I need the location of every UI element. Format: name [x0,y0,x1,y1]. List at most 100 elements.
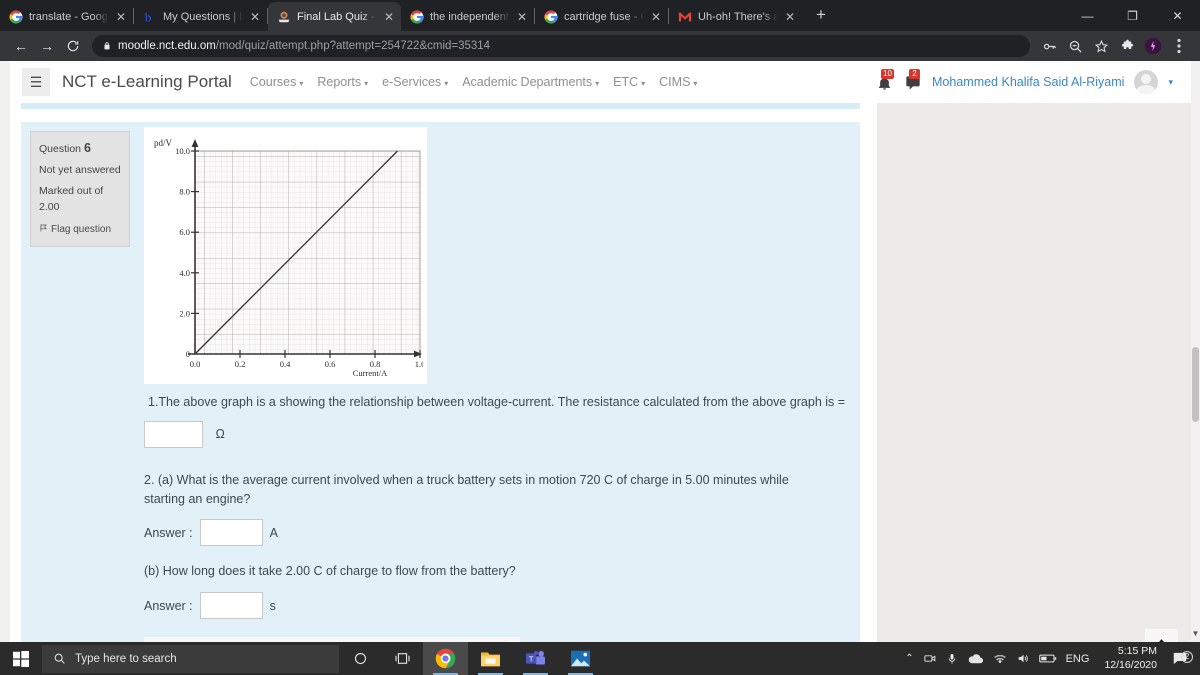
maximize-button[interactable]: ❐ [1110,9,1155,23]
profile-avatar[interactable] [1140,34,1166,58]
zoom-out-icon[interactable] [1062,34,1088,58]
browser-toolbar: ← → moodle.nct.edu.om/mod/quiz/attempt.p… [0,31,1200,61]
action-center-badge: 2 [1181,651,1193,663]
close-icon[interactable]: ✕ [383,11,395,23]
chevron-down-icon: ▾ [364,79,369,88]
nav-item-etc[interactable]: ETC ▾ [613,75,645,89]
browser-tab-title: Final Lab Quiz - Section [297,10,377,23]
close-icon[interactable]: ✕ [784,11,796,23]
back-to-top-button[interactable] [1145,629,1178,642]
taskbar-clock[interactable]: 5:15 PM 12/16/2020 [1098,645,1157,673]
chart-x-axis-label: Current/A [353,368,388,377]
browser-tab-title: Uh-oh! There's a problem [698,10,778,23]
page-right-background [877,61,1191,642]
page-scrollbar-thumb[interactable] [1192,347,1199,422]
browser-tab-6[interactable]: Uh-oh! There's a problem ✕ [669,2,802,31]
clock-date: 12/16/2020 [1104,658,1157,671]
flag-question-label: Flag question [51,223,112,235]
camera-icon[interactable] [923,652,937,665]
chevron-down-icon: ▾ [641,79,646,88]
chart-svg: 10.0 8.0 6.0 4.0 2.0 0 0.0 0.2 0.4 0.6 0… [154,138,425,378]
microphone-icon[interactable] [946,652,958,666]
nav-item-e-services[interactable]: e-Services ▾ [382,75,448,89]
current-answer-input[interactable] [199,519,263,547]
new-tab-button[interactable]: + [810,5,832,25]
cortana-circle-icon[interactable] [339,642,381,675]
forward-icon[interactable]: → [34,34,60,58]
address-bar[interactable]: moodle.nct.edu.om/mod/quiz/attempt.php?a… [92,35,1030,57]
flag-question-button[interactable]: Flag question [39,223,121,238]
language-indicator[interactable]: ENG [1066,653,1090,665]
chevron-down-icon: ▾ [595,79,600,88]
browser-tab-5[interactable]: cartridge fuse - Google ✕ [535,2,668,31]
taskbar-app-teams[interactable]: T [513,642,558,675]
google-icon [544,10,558,23]
nav-item-reports[interactable]: Reports ▾ [317,75,368,89]
messages-button[interactable]: 2 [904,69,922,92]
question-status: Not yet answered [39,164,121,177]
close-icon[interactable]: ✕ [650,11,662,23]
resistance-answer-input[interactable] [144,420,203,448]
menu-toggle-button[interactable]: ☰ [22,68,50,96]
page-top-blue-band [21,103,860,109]
nav-item-cims[interactable]: CIMS ▾ [659,75,697,89]
close-window-button[interactable]: ✕ [1155,9,1200,23]
close-icon[interactable]: ✕ [516,11,528,23]
question-prompt-1: 1.The above graph is a showing the relat… [148,395,846,409]
task-view-icon[interactable] [381,642,423,675]
taskbar-app-file-explorer[interactable] [468,642,513,675]
y-tick-label: 4.0 [179,268,190,278]
y-tick-label: 8.0 [179,187,190,197]
action-center-button[interactable]: 2 [1166,651,1194,666]
y-tick-label: 6.0 [179,227,190,237]
wifi-icon[interactable] [993,653,1007,665]
nav-item-courses[interactable]: Courses ▾ [250,75,304,89]
user-menu-chevron-icon[interactable]: ▾ [1168,77,1173,88]
browser-tab-1[interactable]: translate - Google Search ✕ [0,2,133,31]
browser-tab-title: My Questions | bartleby [163,10,243,23]
site-brand[interactable]: NCT e-Learning Portal [62,72,232,92]
chrome-menu-icon[interactable] [1166,34,1192,58]
scroll-down-arrow-icon[interactable]: ▼ [1191,627,1200,641]
bookmark-star-icon[interactable] [1088,34,1114,58]
y-tick-label: 10.0 [175,146,190,156]
battery-icon[interactable] [1038,653,1057,664]
key-icon[interactable] [1036,34,1062,58]
taskbar-app-photos[interactable] [558,642,603,675]
onedrive-icon[interactable] [967,653,984,665]
question-body: 10.0 8.0 6.0 4.0 2.0 0 0.0 0.2 0.4 0.6 0… [144,127,854,642]
volume-icon[interactable] [1016,652,1030,665]
windows-start-icon[interactable] [0,642,42,675]
moodle-icon [278,11,290,22]
taskbar-app-chrome[interactable] [423,642,468,675]
windows-taskbar: Type here to search T ⌃ ENG 5:15 PM 12/1… [0,642,1200,675]
svg-text:b: b [145,10,152,24]
browser-tab-3-active[interactable]: Final Lab Quiz - Section ✕ [268,2,401,31]
extensions-icon[interactable] [1114,34,1140,58]
question-marks: Marked out of 2.00 [39,185,104,213]
browser-tab-2[interactable]: b My Questions | bartleby ✕ [134,2,267,31]
answer-2b-row: Answer : s [144,592,854,619]
question-container: Question 6 Not yet answered Marked out o… [21,122,860,642]
url-path: /mod/quiz/attempt.php?attempt=254722&cmi… [215,40,491,52]
nav-item-label: Academic Departments [462,75,593,89]
system-tray: ⌃ ENG 5:15 PM 12/16/2020 2 [905,645,1200,673]
gmail-icon [678,12,692,21]
reload-icon[interactable] [60,34,86,58]
minimize-button[interactable]: — [1065,9,1110,23]
notifications-button[interactable]: 10 [876,69,894,92]
nav-item-label: ETC [613,75,639,89]
google-icon [410,10,424,23]
question-prompt-2a: 2. (a) What is the average current invol… [144,472,789,506]
taskbar-search-box[interactable]: Type here to search [42,644,339,673]
user-name-label[interactable]: Mohammed Khalifa Said Al-Riyami [932,75,1124,89]
browser-tab-4[interactable]: the independent variable ✕ [401,2,534,31]
back-icon[interactable]: ← [8,34,34,58]
chevron-up-icon[interactable]: ⌃ [905,653,913,664]
avatar[interactable] [1134,70,1159,94]
bartleby-icon: b [145,10,152,24]
time-answer-input[interactable] [199,592,263,619]
close-icon[interactable]: ✕ [249,11,261,23]
nav-item-academic-departments[interactable]: Academic Departments ▾ [462,75,599,89]
close-icon[interactable]: ✕ [115,11,127,23]
